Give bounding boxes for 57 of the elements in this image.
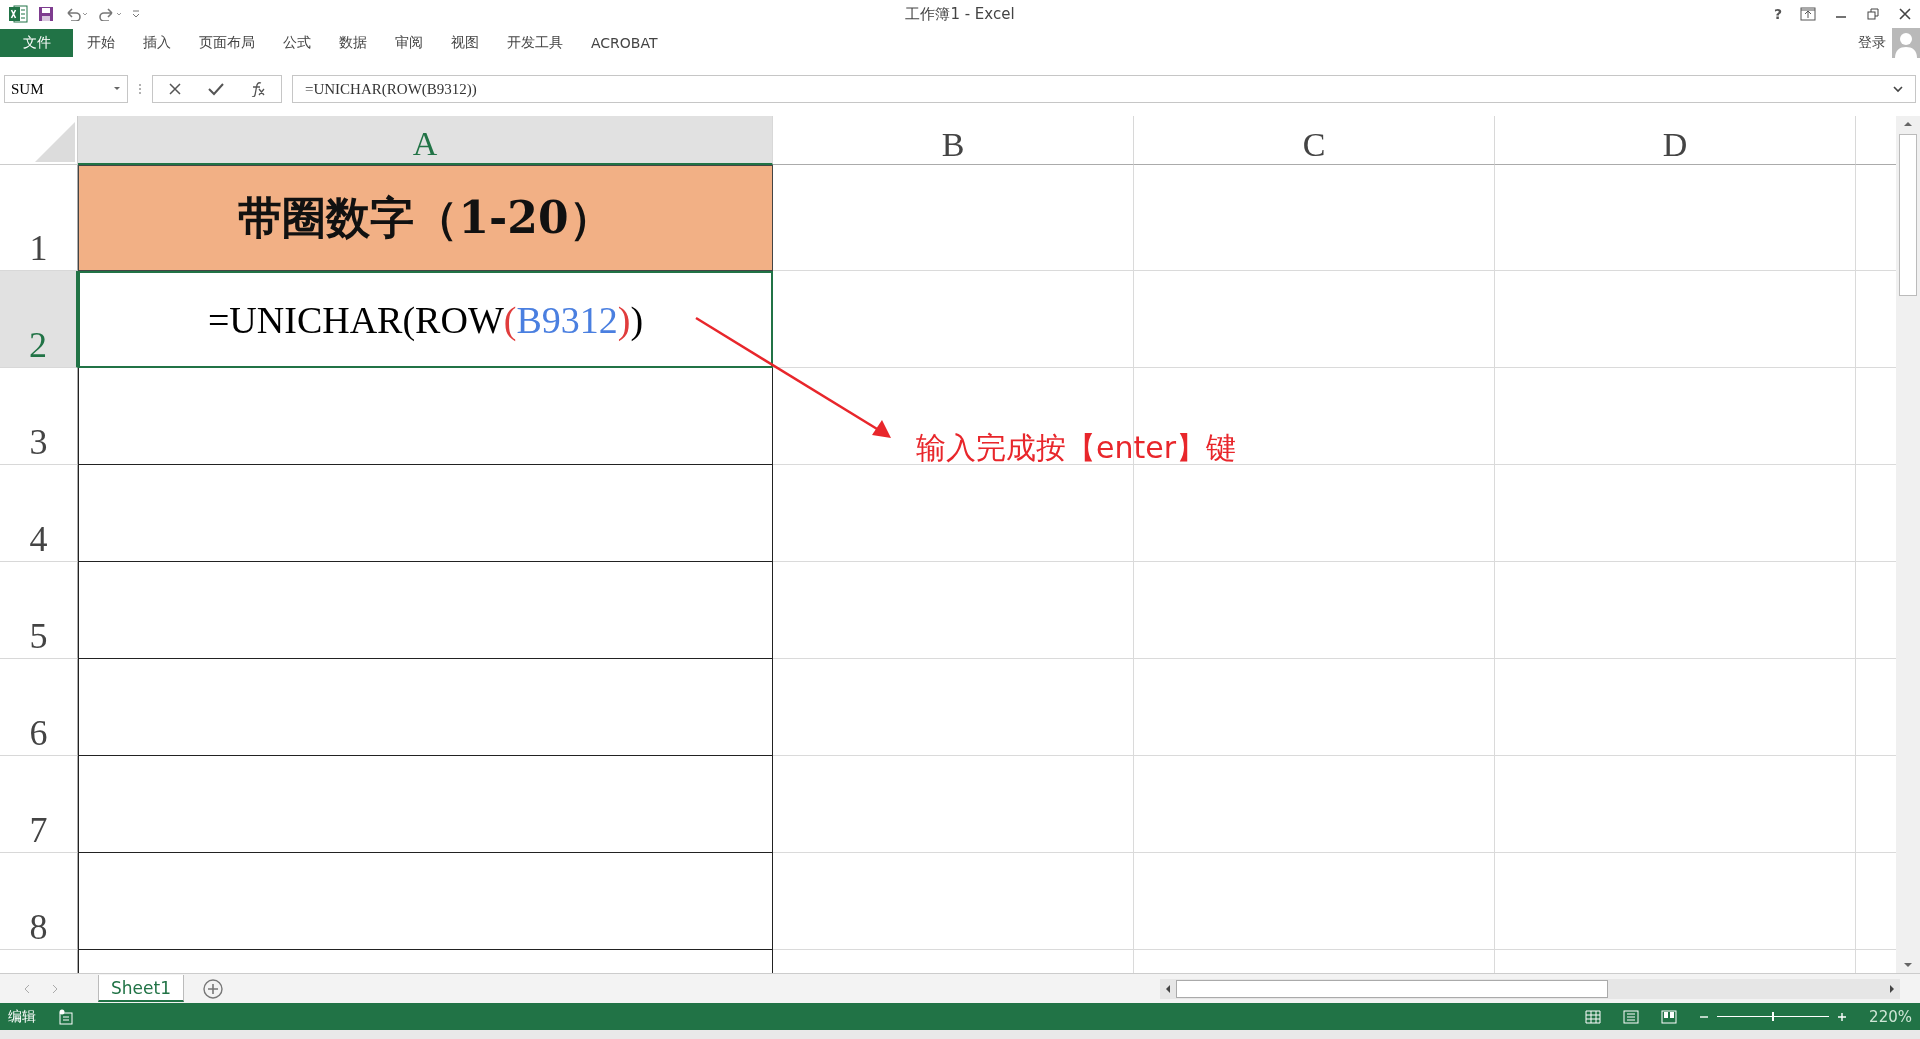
row-header[interactable]: 2 [0,271,78,368]
page-break-icon[interactable] [1661,1009,1678,1024]
name-box[interactable]: SUM [4,75,128,103]
row-header[interactable]: 6 [0,659,78,756]
title-cell: 带圈数字（1-20） [78,165,773,271]
normal-view-icon[interactable] [1585,1009,1602,1024]
cancel-icon[interactable] [167,81,183,97]
ribbon-display-icon[interactable] [1800,7,1816,21]
sign-in-link[interactable]: 登录 [1858,34,1886,52]
page-layout-icon[interactable] [1623,1009,1640,1024]
column-header[interactable]: D [1495,116,1856,165]
scroll-down-icon[interactable] [1903,961,1913,969]
zoom-level[interactable]: 220% [1869,1007,1912,1026]
add-sheet-icon[interactable] [201,977,224,1000]
ribbon-tab[interactable]: 插入 [129,29,185,57]
function-icon[interactable] [249,81,267,97]
scroll-up-icon[interactable] [1903,120,1913,128]
scroll-left-icon[interactable] [1164,983,1172,994]
more-icon [138,83,142,95]
redo-icon[interactable] [98,7,122,21]
restore-icon[interactable] [1866,7,1880,21]
column-header[interactable]: A [78,116,773,165]
customize-icon[interactable] [132,9,140,19]
row-header[interactable]: 4 [0,465,78,562]
scroll-thumb[interactable] [1899,134,1917,296]
column-header[interactable]: B [773,116,1134,165]
ribbon-tab[interactable]: 视图 [437,29,493,57]
close-icon[interactable] [1898,7,1912,21]
formula-input[interactable]: =UNICHAR(ROW(B9312)) [292,75,1916,103]
ribbon-tab[interactable]: 数据 [325,29,381,57]
sheet-tab[interactable]: Sheet1 [98,975,184,1002]
ribbon-tab[interactable]: 开发工具 [493,29,577,57]
ribbon-tab[interactable]: 公式 [269,29,325,57]
undo-icon[interactable] [64,7,88,21]
vertical-scrollbar[interactable] [1896,116,1920,973]
ribbon-tab[interactable]: 页面布局 [185,29,269,57]
scroll-right-icon[interactable] [1888,983,1896,994]
row-header[interactable]: 5 [0,562,78,659]
ribbon-tab[interactable]: ACROBAT [577,29,672,57]
help-button[interactable]: ? [1773,6,1782,22]
row-header[interactable]: 8 [0,853,78,950]
save-icon[interactable] [38,6,54,22]
annotation-text: 输入完成按【enter】键 [916,429,1237,467]
expand-icon[interactable] [1893,85,1903,93]
window-title: 工作簿1 - Excel [905,4,1015,24]
column-header[interactable]: C [1134,116,1495,165]
file-tab[interactable]: 文件 [0,29,73,57]
ribbon-tab[interactable]: 开始 [73,29,129,57]
check-icon[interactable] [207,81,225,97]
macro-record-icon[interactable] [58,1008,74,1025]
row-header[interactable]: 7 [0,756,78,853]
status-mode: 编辑 [8,1007,36,1026]
excel-logo-icon [8,5,28,23]
horizontal-scrollbar[interactable] [1160,978,1900,999]
ribbon-tab[interactable]: 审阅 [381,29,437,57]
row-header[interactable]: 3 [0,368,78,465]
formula-cell[interactable]: =UNICHAR(ROW(B9312)) [78,271,773,368]
